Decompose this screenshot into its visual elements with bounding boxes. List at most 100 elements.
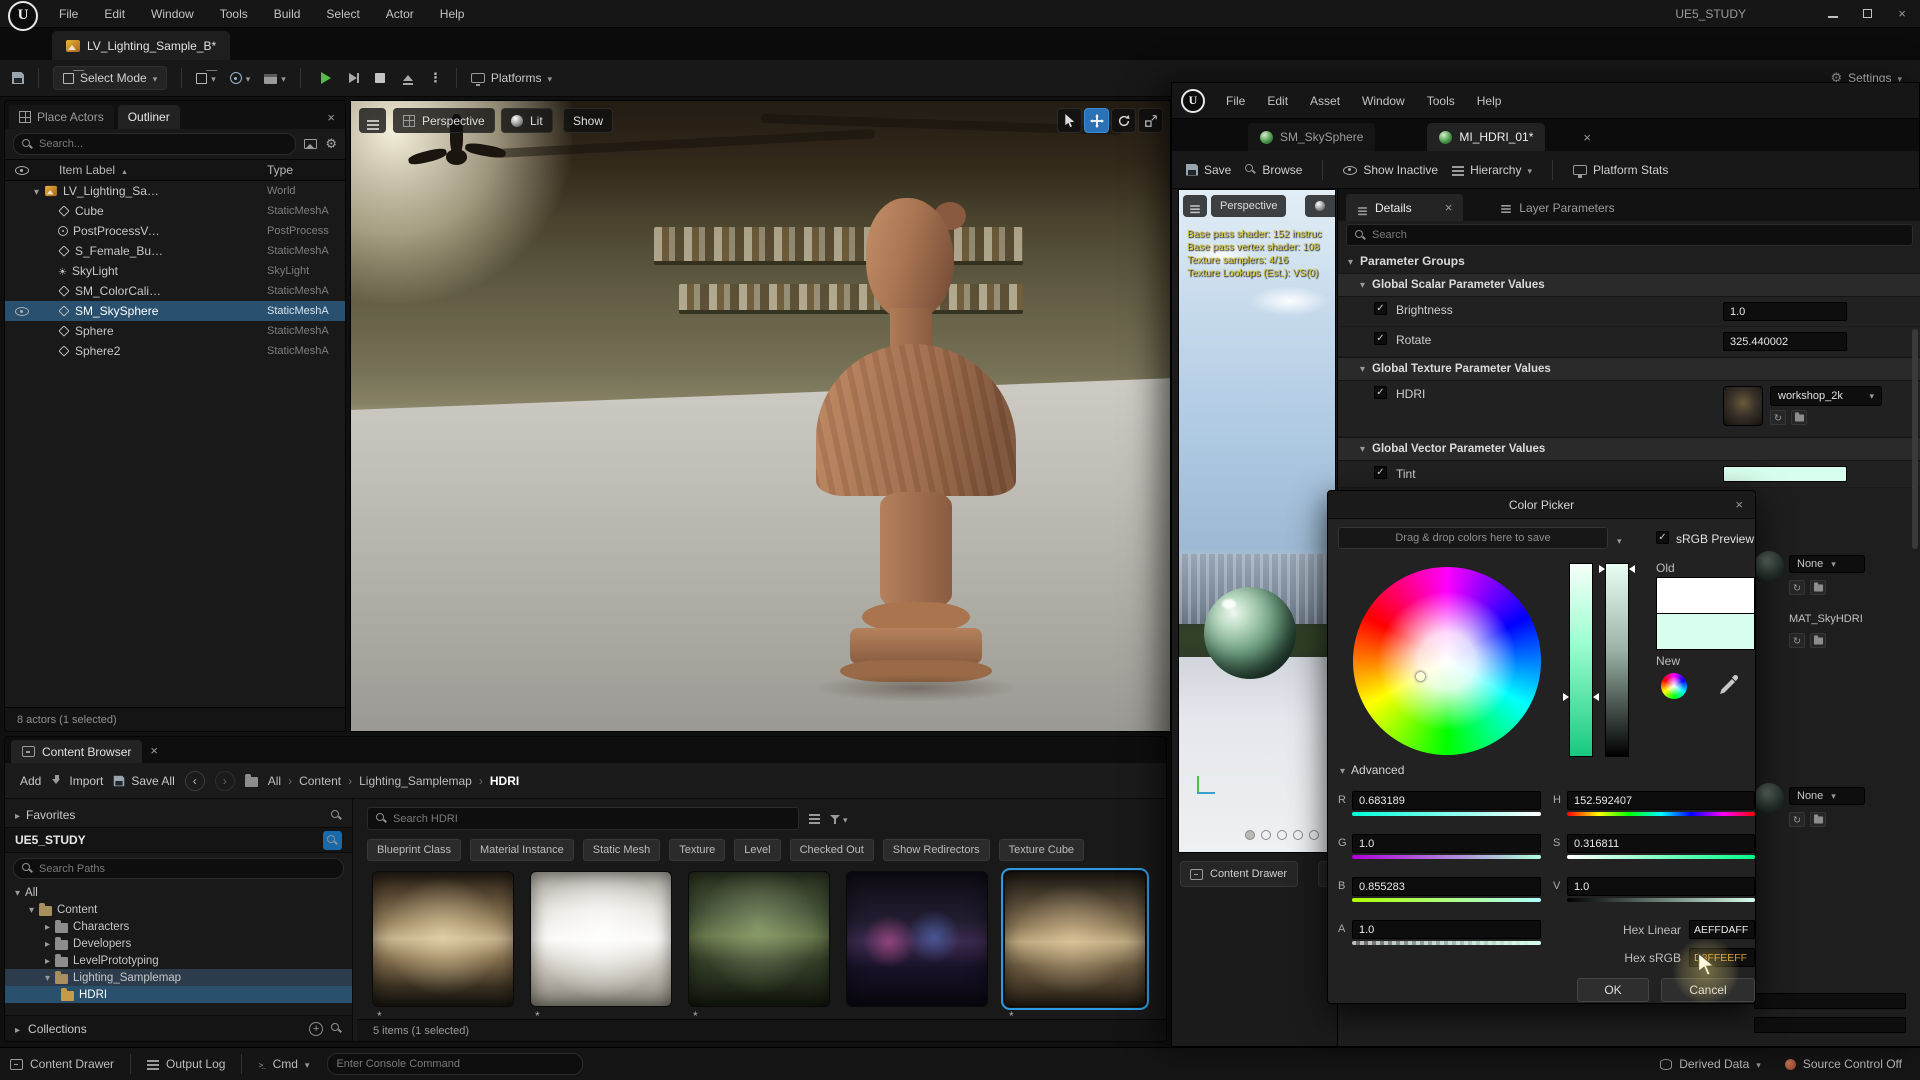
hdri-texture-dropdown[interactable]: workshop_2k [1770,386,1882,406]
hdri-texture-thumbnail[interactable] [1723,386,1763,426]
minimize-button[interactable] [1816,7,1850,21]
visibility-eye-icon[interactable] [15,305,29,317]
details-scrollbar[interactable] [1912,329,1918,549]
viewport-options-button[interactable] [359,108,386,133]
tab-layer-parameters[interactable]: Layer Parameters [1489,194,1625,221]
tree-item-lighting-samplemap[interactable]: Lighting_Samplemap [5,969,352,986]
eject-button[interactable] [403,75,413,81]
shape-plane-button[interactable] [1277,830,1287,840]
browse-button[interactable]: Browse [1245,163,1302,177]
level-viewport[interactable]: Perspective Lit Show [350,100,1171,732]
skip-frame-button[interactable] [349,73,357,83]
tint-color-swatch[interactable] [1723,466,1847,482]
menu-select[interactable]: Select [313,0,372,28]
saturation-bar[interactable] [1569,563,1593,757]
close-button[interactable] [1884,5,1920,22]
select-tool-button[interactable] [1057,108,1082,133]
browse-to-asset-icon[interactable] [1810,633,1826,648]
tint-checkbox[interactable] [1374,466,1387,479]
texture-slot-dropdown[interactable]: None [1789,555,1865,573]
menu-tools[interactable]: Tools [207,0,261,28]
tree-item-developers[interactable]: Developers [5,935,352,952]
menu-edit[interactable]: Edit [1256,94,1299,108]
menu-file[interactable]: File [46,0,91,28]
menu-window[interactable]: Window [138,0,207,28]
color-wheel-mode-button[interactable] [1661,673,1687,699]
color-wheel-marker[interactable] [1416,672,1425,681]
menu-build[interactable]: Build [261,0,314,28]
ok-button[interactable]: OK [1577,978,1649,1002]
srgb-preview-checkbox[interactable] [1656,531,1669,544]
material-preview-viewport[interactable]: Base pass shader: 152 instruc Base pass … [1178,189,1336,853]
browse-to-asset-icon[interactable] [1791,410,1807,425]
outliner-column-header[interactable]: Item Label Type [5,159,345,181]
brightness-value-input[interactable]: 1.0 [1723,302,1847,321]
collections-search-icon[interactable] [331,1023,342,1034]
source-control-button[interactable]: Source Control Off [1785,1057,1902,1071]
eyedropper-icon[interactable] [1717,673,1741,697]
tree-item-hdri[interactable]: HDRI [5,986,352,1003]
filter-static-mesh[interactable]: Static Mesh [583,839,660,861]
filter-material-instance[interactable]: Material Instance [470,839,574,861]
preview-perspective-button[interactable]: Perspective [1211,195,1286,217]
color-picker-close-icon[interactable] [1735,498,1743,512]
menu-help[interactable]: Help [1466,94,1513,108]
value-bar[interactable] [1605,563,1629,757]
add-actor-button[interactable] [196,71,216,85]
save-level-button[interactable] [12,72,24,84]
tree-item-levelprototyping[interactable]: LevelPrototyping [5,952,352,969]
cmd-dropdown[interactable]: Cmd [258,1057,309,1071]
filter-checked-out[interactable]: Checked Out [790,839,874,861]
outliner-row[interactable]: CubeStaticMeshA [5,201,345,221]
favorites-section[interactable]: Favorites [5,803,352,827]
maximize-button[interactable] [1850,7,1884,21]
texture-slot-dropdown[interactable]: None [1789,787,1865,805]
filter-texture[interactable]: Texture [669,839,725,861]
tree-item-characters[interactable]: Characters [5,918,352,935]
filter-blueprint-class[interactable]: Blueprint Class [367,839,461,861]
advanced-toggle[interactable]: Advanced [1340,763,1404,777]
outliner-settings-icon[interactable] [325,136,337,152]
outliner-row[interactable]: SM_ColorCalibratorStaticMeshA [5,281,345,301]
shape-cylinder-button[interactable] [1245,830,1255,840]
preview-options-button[interactable] [1183,195,1207,217]
save-button[interactable]: Save [1186,163,1231,177]
menu-asset[interactable]: Asset [1299,94,1351,108]
save-all-button[interactable]: Save All [113,774,174,788]
group-global-texture[interactable]: Global Texture Parameter Values [1338,357,1920,381]
tree-item-content[interactable]: Content [5,901,352,918]
cancel-button[interactable]: Cancel [1661,978,1755,1002]
tab-details[interactable]: Details [1346,194,1463,221]
breadcrumb-all[interactable]: All [268,774,292,788]
filter-level[interactable]: Level [734,839,780,861]
console-command-input[interactable]: Enter Console Command [327,1053,583,1075]
use-selected-asset-icon[interactable] [1789,633,1805,648]
texture-slot-thumbnail[interactable] [1754,783,1784,813]
tree-item-all[interactable]: All [5,884,352,901]
tab-close-icon[interactable] [1583,131,1591,145]
color-wheel[interactable] [1353,567,1541,755]
filter-texture-cube[interactable]: Texture Cube [999,839,1084,861]
browse-to-asset-icon[interactable] [1810,580,1826,595]
play-options-button[interactable] [429,70,442,86]
stop-button[interactable] [375,73,385,83]
texture-slot-thumbnail[interactable] [1754,551,1784,581]
theme-dropdown-icon[interactable] [1617,533,1622,547]
lit-mode-button[interactable]: Lit [501,108,553,133]
blueprints-dropdown[interactable] [230,71,251,85]
shape-cube-button[interactable] [1293,830,1303,840]
use-selected-asset-icon[interactable] [1789,812,1805,827]
use-selected-asset-icon[interactable] [1789,580,1805,595]
red-slider[interactable]: R 0.683189 [1338,791,1541,817]
breadcrumb-hdri[interactable]: HDRI [490,774,519,788]
play-button[interactable] [321,72,331,84]
tab-sm-skysphere[interactable]: SM_SkySphere [1248,123,1375,151]
add-collection-icon[interactable] [309,1022,323,1036]
filter-dropdown[interactable] [830,812,848,826]
outliner-row[interactable]: SphereStaticMeshA [5,321,345,341]
forward-button[interactable]: › [215,771,235,791]
hex-linear-input[interactable]: AEFFDAFF [1689,920,1755,939]
show-flags-button[interactable]: Show [563,108,613,133]
view-settings-icon[interactable] [809,814,820,816]
tab-outliner[interactable]: Outliner [118,105,180,129]
